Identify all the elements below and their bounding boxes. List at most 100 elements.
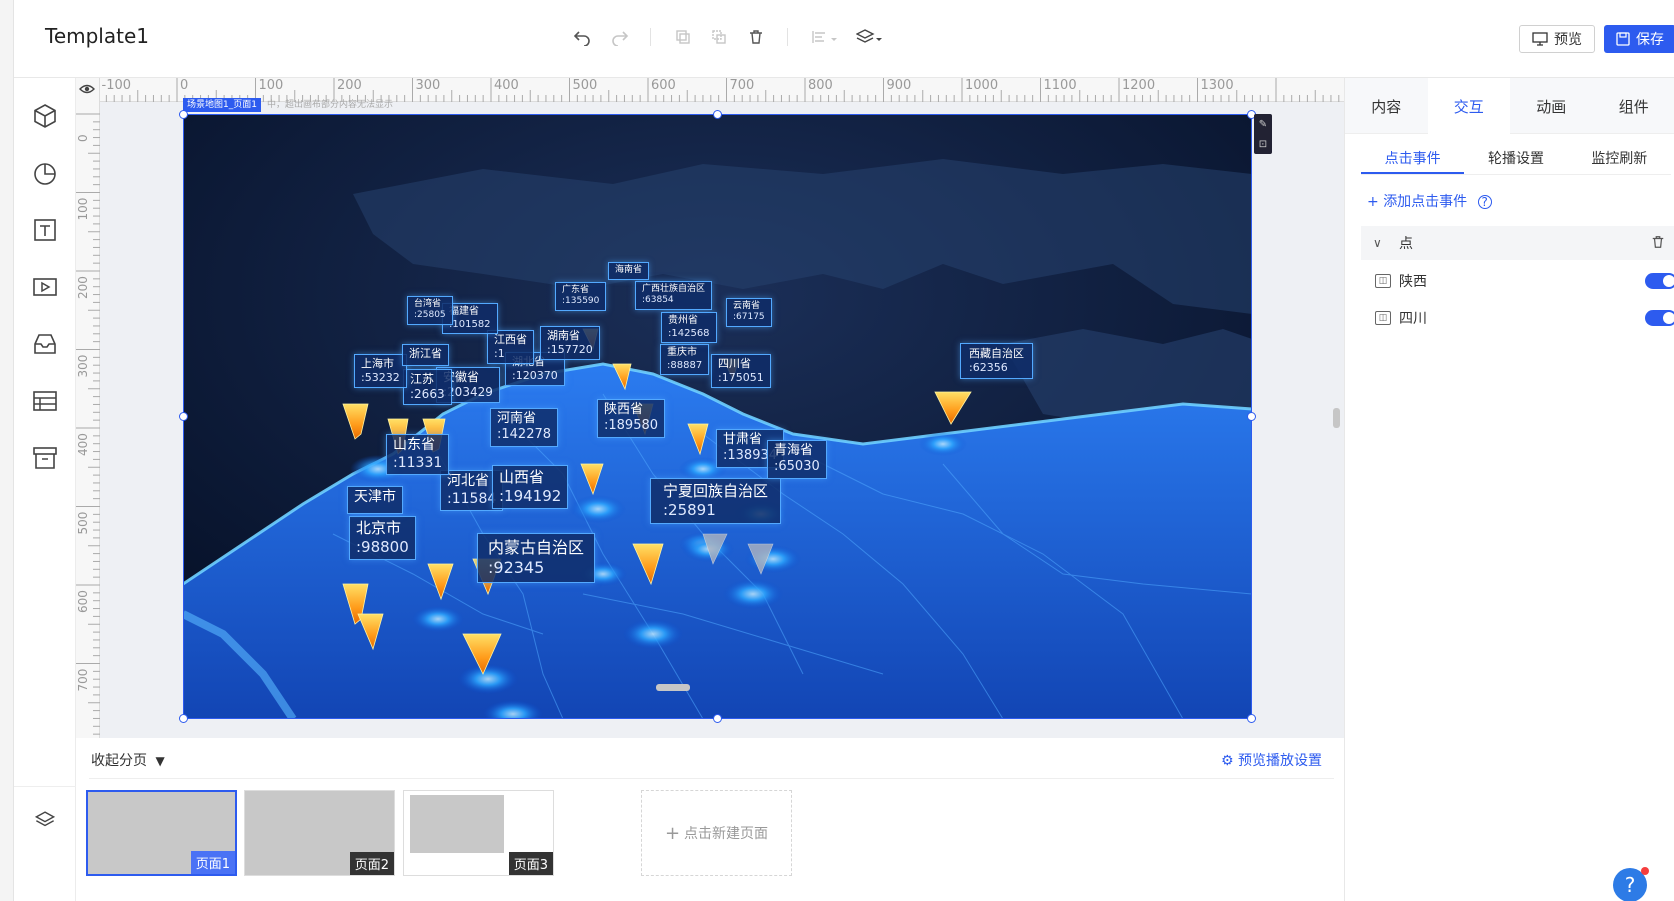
map-label-qinghai[interactable]: 青海省 :65030: [767, 440, 827, 479]
ruler-top-label: -100: [102, 78, 132, 93]
preview-button-label: 预览: [1554, 32, 1582, 48]
vertical-scrollbar[interactable]: [1333, 408, 1340, 428]
add-click-event-button[interactable]: + 添加点击事件 ?: [1367, 191, 1492, 211]
video-icon[interactable]: [31, 273, 59, 301]
preview-button[interactable]: 预览: [1519, 25, 1595, 53]
tab-interaction[interactable]: 交互: [1427, 78, 1510, 134]
map-label-tianjin[interactable]: 天津市: [347, 486, 403, 514]
map-label-guangxi[interactable]: 广西壮族自治区 :63854: [635, 281, 713, 310]
map-label-shaanxi[interactable]: 陕西省 :189580: [597, 399, 666, 438]
edit-icon[interactable]: ✎: [1259, 119, 1267, 130]
resize-handle-b[interactable]: [713, 714, 722, 723]
tab-content[interactable]: 内容: [1345, 78, 1428, 134]
trash-icon[interactable]: [745, 26, 767, 48]
event-item-toggle[interactable]: [1645, 310, 1674, 326]
table-icon[interactable]: [31, 387, 59, 415]
layers-icon[interactable]: [855, 26, 885, 48]
eye-icon[interactable]: [79, 81, 97, 99]
pie-chart-icon[interactable]: [31, 159, 59, 187]
event-group-header[interactable]: ∨ 点: [1361, 226, 1674, 260]
map-label-jiangxi[interactable]: 江西省 :1: [487, 330, 534, 364]
page-thumb-2[interactable]: 页面2: [244, 790, 395, 876]
copy-icon[interactable]: [672, 26, 694, 48]
map-label-ningxia[interactable]: 宁夏回族自治区 :25891: [650, 478, 782, 524]
help-circle-icon[interactable]: ?: [1477, 195, 1492, 209]
archive-icon[interactable]: [31, 444, 59, 472]
map-label-tibet[interactable]: 西藏自治区 :62356: [960, 343, 1033, 379]
map-label-sichuan[interactable]: 四川省 :175051: [711, 354, 771, 388]
ruler-top-label: 1000: [965, 78, 998, 93]
map-label-hunan[interactable]: 湖南省 :157720: [540, 326, 600, 360]
subtab-click-events[interactable]: 点击事件: [1361, 145, 1465, 174]
subtab-carousel-settings[interactable]: 轮播设置: [1464, 145, 1567, 174]
align-icon[interactable]: [810, 26, 840, 48]
toolbar-divider: [650, 28, 651, 46]
gear-icon: ⚙: [1220, 753, 1234, 769]
event-item-label: 陕西: [1399, 274, 1427, 290]
map-label-shandong[interactable]: 山东省 :11331: [386, 434, 450, 475]
ruler-left-label: 700: [76, 669, 90, 692]
horizontal-scrollbar[interactable]: [656, 684, 690, 691]
ruler-left-label: 400: [76, 433, 90, 456]
resize-handle-tl[interactable]: [179, 110, 188, 119]
ruler-left: 0 100 200 300 400 500 600 700: [76, 78, 100, 738]
resize-handle-l[interactable]: [179, 412, 188, 421]
map-label-shanghai[interactable]: 上海市 :53232: [354, 354, 407, 388]
trash-icon[interactable]: [1651, 235, 1665, 253]
map-label-jiangsu[interactable]: 江苏 :2663: [403, 369, 452, 405]
page-thumb-preview: [410, 795, 504, 853]
resize-handle-r[interactable]: [1247, 412, 1256, 421]
map-label-zhejiang[interactable]: 浙江省: [402, 344, 449, 366]
event-item-toggle[interactable]: [1645, 273, 1674, 289]
duplicate-icon[interactable]: [708, 26, 730, 48]
ruler-top-label: 900: [887, 78, 912, 93]
map-label-shanxi[interactable]: 山西省 :194192: [492, 465, 569, 509]
add-click-event-label: 添加点击事件: [1383, 194, 1468, 210]
save-button[interactable]: 保存: [1604, 25, 1674, 53]
new-page-label: 点击新建页面: [684, 826, 769, 842]
layers-panel-icon[interactable]: [34, 809, 56, 831]
map-label-taiwan[interactable]: 台湾省 :25805: [407, 296, 453, 325]
map-label-inner-mongolia[interactable]: 内蒙古自治区 :92345: [477, 533, 596, 583]
map-label-henan[interactable]: 河南省 :142278: [490, 408, 559, 447]
monitor-icon: [1532, 32, 1548, 46]
ruler-top-label: 400: [494, 78, 519, 93]
event-item-shaanxi[interactable]: ◫ 陕西: [1361, 263, 1674, 299]
resize-handle-t[interactable]: [713, 110, 722, 119]
map-label-guangdong[interactable]: 广东省 :135590: [555, 282, 607, 311]
map-label-beijing[interactable]: 北京市 :98800: [349, 516, 416, 560]
save-icon: [1616, 32, 1630, 46]
map-stage[interactable]: 北京市 :98800 天津市 河北省 :11584 山西省 :194192 内蒙…: [183, 114, 1252, 719]
ruler-left-label: 600: [76, 590, 90, 613]
text-icon[interactable]: [31, 216, 59, 244]
redo-icon[interactable]: [609, 26, 631, 48]
page-thumb-1[interactable]: 页面1: [86, 790, 237, 876]
preview-play-settings-link[interactable]: ⚙ 预览播放设置: [1221, 750, 1322, 770]
page-thumb-label: 页面2: [349, 852, 394, 875]
tab-component[interactable]: 组件: [1593, 78, 1674, 134]
tab-animation[interactable]: 动画: [1510, 78, 1593, 134]
event-item-sichuan[interactable]: ◫ 四川: [1361, 300, 1674, 336]
map-label-guizhou[interactable]: 贵州省 :142568: [661, 312, 717, 343]
chevron-down-icon[interactable]: ∨: [1373, 236, 1385, 250]
save-button-label: 保存: [1636, 32, 1664, 48]
resize-handle-br[interactable]: [1247, 714, 1256, 723]
page-thumb-label: 页面3: [508, 852, 553, 875]
collapse-pages-toggle[interactable]: 收起分页 ▼: [91, 750, 165, 770]
map-label-hainan[interactable]: 海南省: [608, 262, 650, 280]
resize-handle-bl[interactable]: [179, 714, 188, 723]
map-label-yunnan[interactable]: 云南省 :67175: [726, 298, 772, 327]
map-label-chongqing[interactable]: 重庆市 :88887: [660, 344, 710, 375]
ruler-top-label: 0: [180, 78, 188, 93]
subtab-monitor-refresh[interactable]: 监控刷新: [1568, 145, 1671, 174]
page-thumb-3[interactable]: 页面3: [403, 790, 554, 876]
screenshot-icon[interactable]: ⊡: [1259, 139, 1267, 150]
ruler-top-label: 1100: [1044, 78, 1077, 93]
new-page-button[interactable]: + 点击新建页面: [641, 790, 792, 876]
canvas-workspace[interactable]: -100 0 100 200 300 400 500 600 700 800 900 1000 1100…: [76, 78, 1344, 738]
3d-box-icon[interactable]: [31, 102, 59, 130]
undo-icon[interactable]: [571, 26, 593, 48]
inbox-icon[interactable]: [31, 330, 59, 358]
properties-panel: 内容 交互 动画 组件 点击事件 轮播设置 监控刷新 + 添加点击事件 ? ∨ …: [1344, 78, 1674, 901]
china-3d-map: [183, 114, 1252, 719]
